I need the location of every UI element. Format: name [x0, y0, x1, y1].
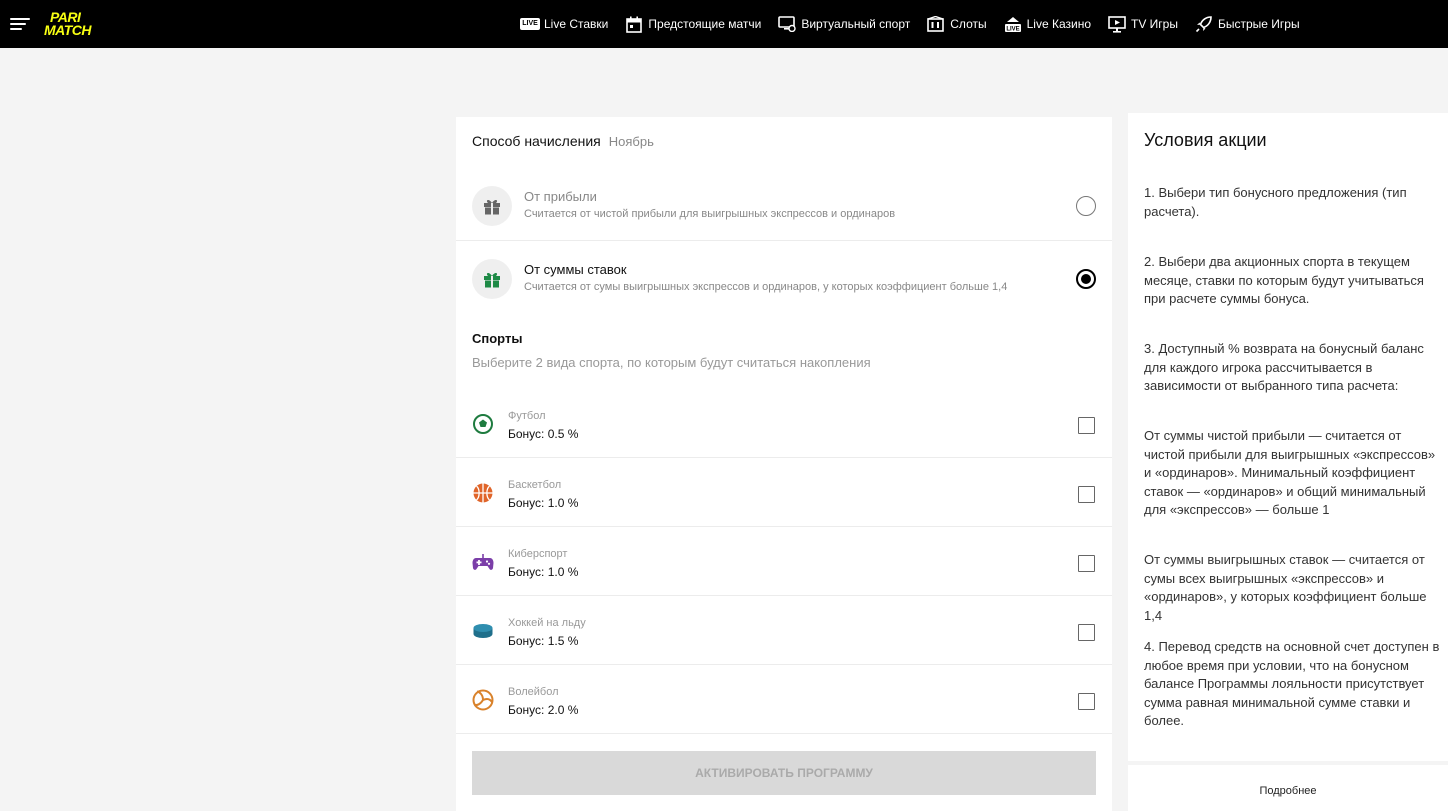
- activate-program-button[interactable]: АКТИВИРОВАТЬ ПРОГРАММУ: [472, 751, 1096, 795]
- sport-bonus: Бонус: 1.0 %: [508, 565, 579, 579]
- gift-icon: [472, 259, 512, 299]
- gift-icon: [472, 186, 512, 226]
- option-title: От суммы ставок: [524, 262, 627, 277]
- slots-icon: [927, 15, 945, 33]
- sports-subtitle: Выберите 2 вида спорта, по которым будут…: [472, 355, 871, 370]
- nav-slots[interactable]: Слоты: [927, 15, 987, 33]
- terms-panel: Условия акции 1. Выбери тип бонусного пр…: [1128, 113, 1448, 761]
- terms-title: Условия акции: [1144, 130, 1267, 150]
- option-description: Считается от чистой прибыли для выигрышн…: [524, 208, 896, 220]
- sport-name: Футбол: [508, 410, 546, 422]
- sport-row-basketball[interactable]: Баскетбол Бонус: 1.0 %: [456, 458, 1112, 527]
- checkbox-basketball[interactable]: [1078, 486, 1095, 503]
- sport-bonus: Бонус: 0.5 %: [508, 427, 579, 441]
- football-icon: [473, 414, 493, 434]
- main-nav: LIVE Live Ставки Предстоящие матчи Вирту…: [520, 0, 1300, 48]
- accrual-month: Ноябрь: [608, 134, 654, 149]
- nav-virtual-sport[interactable]: Виртуальный спорт: [778, 15, 910, 33]
- nav-live-casino[interactable]: LIVE Live Казино: [1004, 15, 1091, 33]
- hockey-puck-icon: [473, 624, 493, 638]
- option-title: От прибыли: [524, 189, 597, 204]
- live-casino-icon: LIVE: [1004, 15, 1022, 33]
- accrual-header: Способ начисления Ноябрь: [472, 133, 654, 149]
- terms-paragraph: От суммы чистой прибыли — считается от ч…: [1144, 428, 1436, 517]
- sport-row-volleyball[interactable]: Волейбол Бонус: 2.0 %: [456, 665, 1112, 734]
- sport-name: Хоккей на льду: [508, 617, 586, 629]
- sport-bonus: Бонус: 1.5 %: [508, 634, 579, 648]
- option-from-profit[interactable]: От прибыли Считается от чистой прибыли д…: [456, 168, 1112, 241]
- sport-row-ice-hockey[interactable]: Хоккей на льду Бонус: 1.5 %: [456, 596, 1112, 665]
- checkbox-football[interactable]: [1078, 417, 1095, 434]
- more-details-link[interactable]: Подробнее: [1128, 765, 1448, 811]
- nav-upcoming-matches[interactable]: Предстоящие матчи: [625, 15, 761, 33]
- loyalty-program-card: Способ начисления Ноябрь От прибыли Счита…: [456, 117, 1112, 811]
- checkbox-ice-hockey[interactable]: [1078, 624, 1095, 641]
- radio-from-bets-sum[interactable]: [1076, 269, 1096, 289]
- sport-name: Волейбол: [508, 686, 559, 698]
- calendar-icon: [625, 15, 643, 33]
- sport-row-football[interactable]: Футбол Бонус: 0.5 %: [456, 389, 1112, 458]
- terms-paragraph: 4. Перевод средств на основной счет дост…: [1144, 639, 1440, 728]
- virtual-sport-icon: [778, 15, 797, 33]
- option-description: Считается от сумы выигрышных экспрессов …: [524, 281, 1008, 293]
- nav-tv-games[interactable]: TV Игры: [1108, 15, 1178, 33]
- sport-bonus: Бонус: 1.0 %: [508, 496, 579, 510]
- menu-icon[interactable]: [10, 15, 30, 31]
- checkbox-esports[interactable]: [1078, 555, 1095, 572]
- accrual-title: Способ начисления: [472, 133, 601, 149]
- svg-text:LIVE: LIVE: [1006, 27, 1019, 33]
- tv-icon: [1108, 15, 1126, 33]
- nav-fast-games[interactable]: Быстрые Игры: [1195, 15, 1300, 33]
- basketball-icon: [473, 483, 493, 503]
- sport-bonus: Бонус: 2.0 %: [508, 703, 579, 717]
- option-from-bets-sum[interactable]: От суммы ставок Считается от сумы выигры…: [456, 241, 1112, 314]
- terms-paragraph: 2. Выбери два акционных спорта в текущем…: [1144, 254, 1424, 306]
- sport-name: Киберспорт: [508, 548, 568, 560]
- sport-name: Баскетбол: [508, 479, 562, 491]
- sport-row-esports[interactable]: Киберспорт Бонус: 1.0 %: [456, 527, 1112, 596]
- live-icon: LIVE: [520, 15, 540, 33]
- rocket-icon: [1195, 15, 1213, 33]
- terms-paragraph: 1. Выбери тип бонусного предложения (тип…: [1144, 185, 1407, 219]
- parimatch-logo[interactable]: PARI MATCH: [44, 10, 126, 37]
- checkbox-volleyball[interactable]: [1078, 693, 1095, 710]
- terms-paragraph: 3. Доступный % возврата на бонусный бала…: [1144, 341, 1424, 393]
- terms-paragraph: От суммы выигрышных ставок — считается о…: [1144, 552, 1427, 623]
- radio-from-profit[interactable]: [1076, 196, 1096, 216]
- top-header: PARI MATCH LIVE Live Ставки Предстоящие …: [0, 0, 1448, 48]
- sports-title: Спорты: [472, 331, 523, 346]
- nav-live-bets[interactable]: LIVE Live Ставки: [520, 15, 608, 33]
- gamepad-icon: [472, 554, 494, 570]
- volleyball-icon: [472, 689, 494, 711]
